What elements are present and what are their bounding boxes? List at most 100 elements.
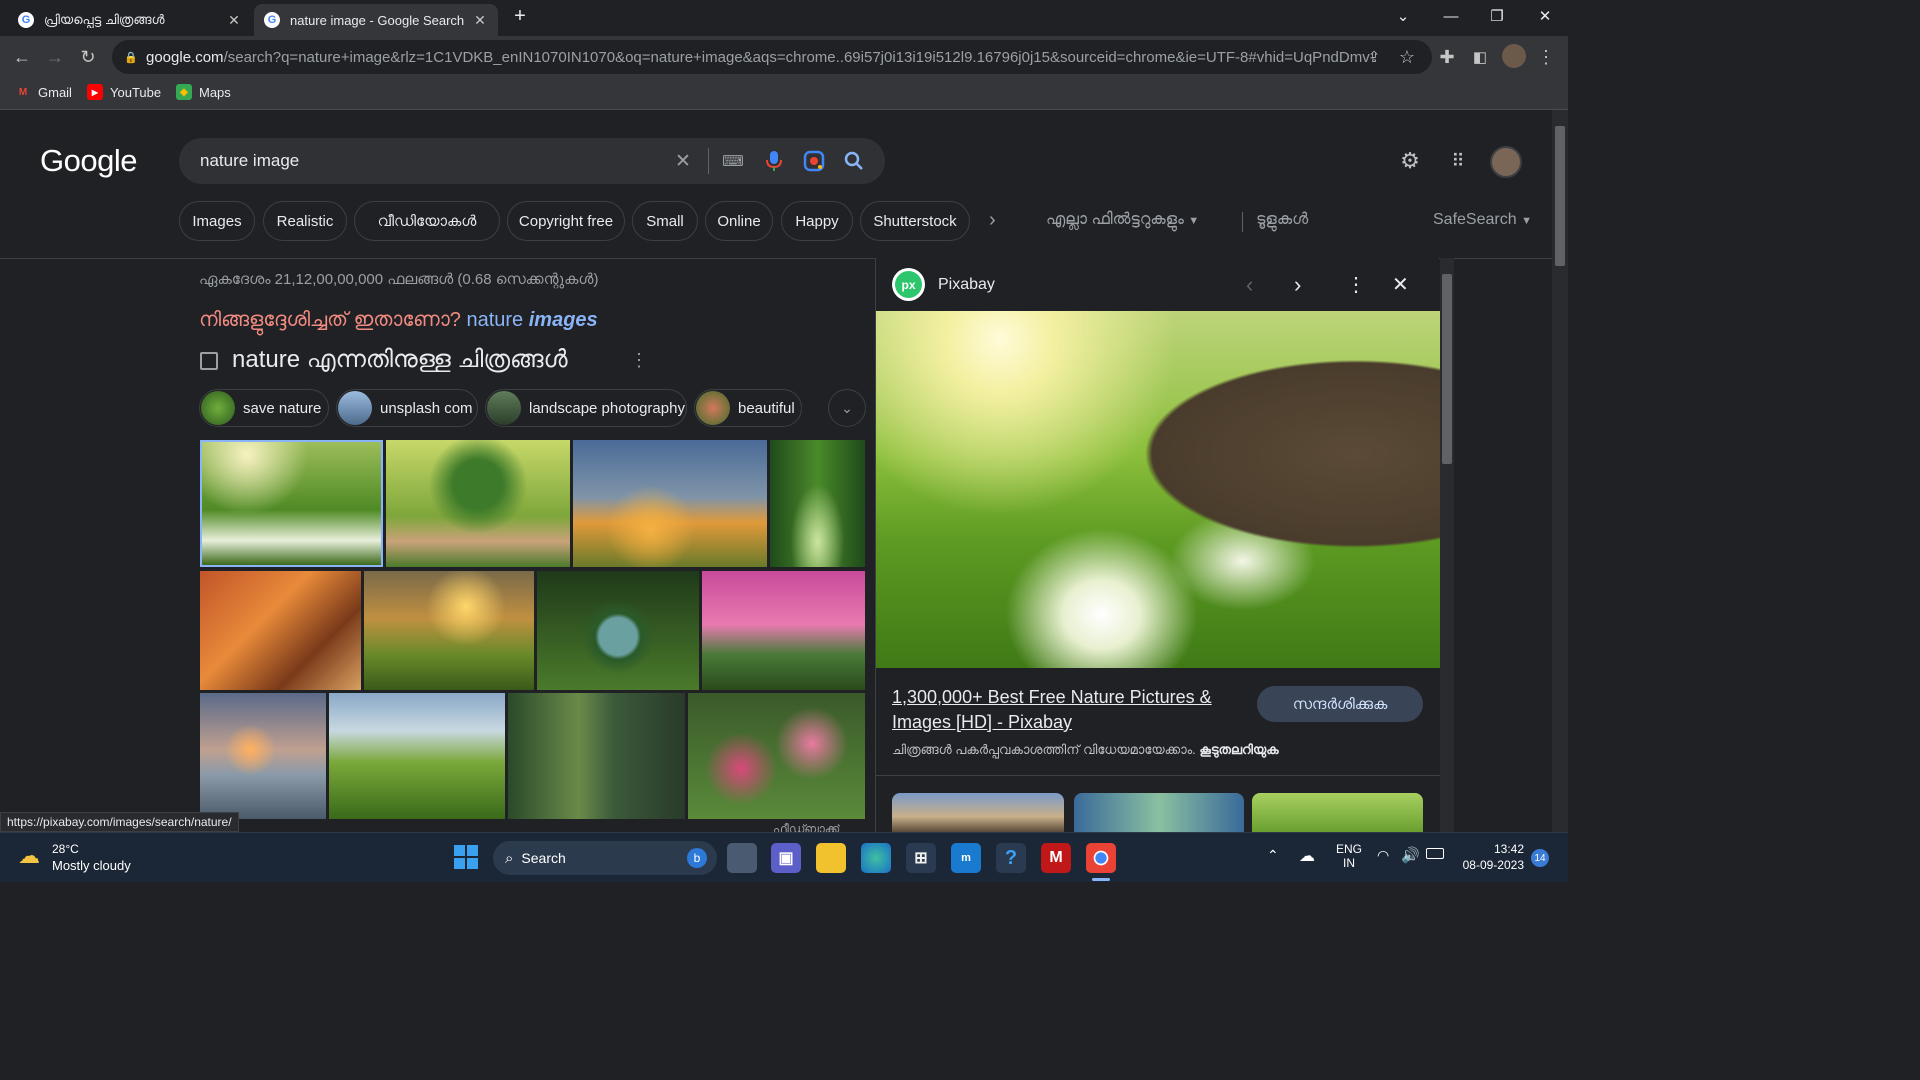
more-options-icon[interactable]: ⋮	[630, 350, 648, 371]
battery-icon[interactable]	[1426, 848, 1444, 859]
forward-icon[interactable]: →	[41, 43, 69, 71]
panel-more-icon[interactable]: ⋮	[1346, 272, 1366, 297]
related-landscape[interactable]: landscape photography	[485, 389, 687, 427]
image-result-7[interactable]	[537, 571, 699, 690]
apps-grid-icon[interactable]: ⠿	[1442, 146, 1472, 176]
panel-scrollbar[interactable]	[1440, 258, 1454, 832]
chip-realistic[interactable]: Realistic	[263, 201, 347, 241]
bookmark-gmail[interactable]: M Gmail	[15, 84, 72, 100]
image-result-3[interactable]	[573, 440, 767, 567]
close-tab-icon[interactable]: ✕	[226, 12, 242, 29]
image-result-9[interactable]	[200, 693, 326, 819]
microphone-icon[interactable]	[762, 149, 786, 173]
chip-images[interactable]: Images	[179, 201, 255, 241]
page-scroll-thumb[interactable]	[1555, 126, 1565, 266]
teams-icon[interactable]: ▣	[771, 843, 801, 873]
mylp-icon[interactable]: m	[951, 843, 981, 873]
search-box[interactable]: nature image ✕ ⌨	[179, 138, 885, 184]
edge-icon[interactable]	[861, 843, 891, 873]
start-icon[interactable]	[454, 845, 478, 869]
tab-search-icon[interactable]: ⌄	[1380, 0, 1426, 32]
tray-chevron-icon[interactable]: ⌃	[1267, 847, 1279, 864]
panel-scroll-thumb[interactable]	[1442, 274, 1452, 464]
image-result-8[interactable]	[702, 571, 865, 690]
notification-badge[interactable]: 14	[1531, 849, 1549, 867]
tab-favorites[interactable]: G പ്രിയപ്പെട്ട ചിത്രങ്ങൾ ✕	[8, 4, 252, 36]
related-beautiful[interactable]: beautiful	[694, 389, 802, 427]
task-view-icon[interactable]	[727, 843, 757, 873]
suggestion-link[interactable]: nature images	[466, 309, 597, 331]
chrome-icon[interactable]	[1086, 843, 1116, 873]
keyboard-icon[interactable]: ⌨	[721, 149, 745, 173]
panel-close-icon[interactable]: ✕	[1392, 272, 1409, 297]
account-avatar[interactable]	[1490, 146, 1522, 178]
store-icon[interactable]: ⊞	[906, 843, 936, 873]
new-tab-button[interactable]: +	[508, 5, 532, 29]
chip-copyright-free[interactable]: Copyright free	[507, 201, 625, 241]
search-icon[interactable]	[842, 149, 866, 173]
taskbar-search[interactable]: ⌕ Search b	[493, 841, 717, 875]
learn-more-link[interactable]: കൂടുതലറിയുക	[1199, 742, 1278, 757]
images-heading[interactable]: nature എന്നതിനുള്ള ചിത്രങ്ങൾ	[232, 346, 568, 374]
side-panel-icon[interactable]: ◧	[1466, 43, 1494, 71]
back-icon[interactable]: ←	[8, 43, 36, 71]
bookmark-maps[interactable]: ◆ Maps	[176, 84, 231, 100]
tab-nature-search[interactable]: G nature image - Google Search ✕	[254, 4, 498, 36]
mcafee-icon[interactable]: M	[1041, 843, 1071, 873]
reload-icon[interactable]: ↻	[74, 43, 102, 71]
chips-next-icon[interactable]: ›	[989, 209, 996, 232]
share-icon[interactable]: ⇪	[1360, 43, 1388, 71]
onedrive-icon[interactable]: ☁	[1299, 846, 1315, 866]
prev-image-icon[interactable]: ‹	[1246, 272, 1253, 298]
profile-avatar[interactable]	[1502, 44, 1526, 68]
volume-icon[interactable]: 🔊	[1401, 846, 1420, 864]
minimize-icon[interactable]: —	[1428, 0, 1474, 32]
wifi-icon[interactable]: ◠	[1377, 847, 1389, 864]
related-unsplash[interactable]: unsplash com	[336, 389, 478, 427]
chrome-menu-icon[interactable]: ⋮	[1532, 43, 1560, 71]
chip-online[interactable]: Online	[705, 201, 773, 241]
image-result-1[interactable]	[200, 440, 383, 567]
tools-button[interactable]: ടൂളുകൾ	[1256, 211, 1308, 229]
clear-icon[interactable]: ✕	[671, 149, 695, 173]
address-bar[interactable]: 🔒 google.com /search?q=nature+image&rlz=…	[112, 40, 1432, 74]
result-title-link[interactable]: 1,300,000+ Best Free Nature Pictures & I…	[892, 685, 1237, 735]
restore-icon[interactable]: ❐	[1474, 0, 1520, 32]
expand-chevron-icon[interactable]: ⌄	[828, 389, 866, 427]
chip-happy[interactable]: Happy	[781, 201, 853, 241]
image-result-5[interactable]	[200, 571, 361, 690]
chip-videos[interactable]: വീഡിയോകൾ	[354, 201, 500, 241]
page-scrollbar[interactable]	[1552, 110, 1568, 832]
related-image-1[interactable]	[892, 793, 1064, 832]
help-icon[interactable]: ?	[996, 843, 1026, 873]
google-logo[interactable]: Google	[40, 143, 137, 179]
safesearch-button[interactable]: SafeSearch ▼	[1433, 211, 1532, 229]
related-save-nature[interactable]: save nature	[199, 389, 329, 427]
lens-icon[interactable]	[802, 149, 826, 173]
next-image-icon[interactable]: ›	[1294, 272, 1301, 298]
all-filters-button[interactable]: എല്ലാ ഫിൽട്ടറുകളും ▼	[1046, 211, 1199, 229]
close-window-icon[interactable]: ✕	[1522, 0, 1568, 32]
extensions-icon[interactable]: ✚	[1433, 43, 1461, 71]
image-result-12[interactable]	[688, 693, 865, 819]
preview-image[interactable]	[876, 311, 1440, 668]
close-tab-icon[interactable]: ✕	[472, 12, 488, 29]
image-result-11[interactable]	[508, 693, 685, 819]
file-explorer-icon[interactable]	[816, 843, 846, 873]
language-indicator[interactable]: ENG IN	[1336, 842, 1362, 870]
chip-small[interactable]: Small	[632, 201, 698, 241]
panel-source[interactable]: Pixabay	[938, 276, 995, 294]
image-result-6[interactable]	[364, 571, 534, 690]
search-input[interactable]: nature image	[200, 151, 299, 171]
image-result-2[interactable]	[386, 440, 570, 567]
clock[interactable]: 13:42	[1480, 842, 1524, 856]
visit-button[interactable]: സന്ദർശിക്കുക	[1257, 686, 1423, 722]
weather-temp[interactable]: 28°C	[52, 842, 79, 856]
related-image-2[interactable]	[1074, 793, 1244, 832]
weather-icon[interactable]: ☁	[18, 843, 46, 871]
related-image-3[interactable]	[1252, 793, 1423, 832]
image-result-10[interactable]	[329, 693, 505, 819]
chip-shutterstock[interactable]: Shutterstock	[860, 201, 970, 241]
bookmark-star-icon[interactable]: ☆	[1393, 43, 1421, 71]
image-result-4[interactable]	[770, 440, 865, 567]
